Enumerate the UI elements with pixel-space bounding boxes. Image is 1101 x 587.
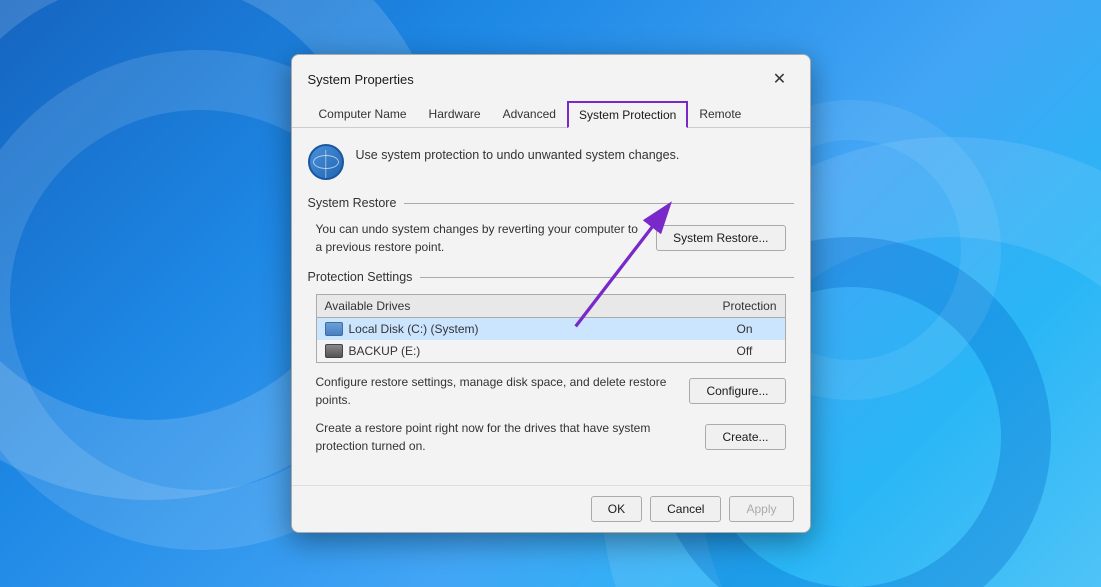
configure-text: Configure restore settings, manage disk …	[316, 373, 674, 409]
dialog-title: System Properties	[308, 72, 414, 87]
section-divider-protection	[420, 277, 793, 278]
protection-settings-section: Protection Settings Available Drives Pro…	[308, 270, 794, 455]
tab-hardware[interactable]: Hardware	[418, 101, 492, 128]
system-restore-content: You can undo system changes by reverting…	[308, 220, 794, 256]
tabs-container: Computer Name Hardware Advanced System P…	[292, 93, 810, 128]
create-text: Create a restore point right now for the…	[316, 419, 690, 455]
configure-button[interactable]: Configure...	[689, 378, 785, 404]
create-button[interactable]: Create...	[705, 424, 785, 450]
section-header-restore: System Restore	[308, 196, 794, 210]
close-button[interactable]: ✕	[766, 65, 794, 93]
ok-button[interactable]: OK	[591, 496, 642, 522]
table-header: Available Drives Protection	[317, 295, 785, 318]
info-row: Use system protection to undo unwanted s…	[308, 144, 794, 180]
tab-system-protection[interactable]: System Protection	[567, 101, 688, 128]
tab-remote[interactable]: Remote	[688, 101, 752, 128]
dialog-body: Use system protection to undo unwanted s…	[292, 128, 810, 485]
protection-status-e: Off	[717, 344, 777, 358]
create-row: Create a restore point right now for the…	[308, 419, 794, 455]
drive-cell-e: BACKUP (E:)	[325, 344, 717, 358]
dialog-footer: OK Cancel Apply	[292, 485, 810, 532]
system-restore-title: System Restore	[308, 196, 397, 210]
apply-button[interactable]: Apply	[729, 496, 793, 522]
col-drives: Available Drives	[325, 299, 723, 313]
table-row-local-disk[interactable]: Local Disk (C:) (System) On	[317, 318, 785, 340]
system-restore-section: System Restore You can undo system chang…	[308, 196, 794, 256]
drive-icon-c	[325, 322, 343, 336]
drive-name-e: BACKUP (E:)	[349, 344, 421, 358]
dialog-overlay: System Properties ✕ Computer Name Hardwa…	[0, 0, 1101, 587]
cancel-button[interactable]: Cancel	[650, 496, 721, 522]
dialog-titlebar: System Properties ✕	[292, 55, 810, 93]
protection-status-c: On	[717, 322, 777, 336]
drive-icon-e	[325, 344, 343, 358]
col-protection: Protection	[722, 299, 776, 313]
configure-row: Configure restore settings, manage disk …	[308, 373, 794, 409]
tab-computer-name[interactable]: Computer Name	[308, 101, 418, 128]
table-row-backup[interactable]: BACKUP (E:) Off	[317, 340, 785, 362]
tab-advanced[interactable]: Advanced	[492, 101, 567, 128]
system-properties-dialog: System Properties ✕ Computer Name Hardwa…	[291, 54, 811, 533]
system-protection-icon	[308, 144, 344, 180]
system-restore-button[interactable]: System Restore...	[656, 225, 785, 251]
section-header-protection: Protection Settings	[308, 270, 794, 284]
restore-description: You can undo system changes by reverting…	[316, 220, 641, 256]
drive-name-c: Local Disk (C:) (System)	[349, 322, 479, 336]
info-text: Use system protection to undo unwanted s…	[356, 144, 680, 162]
protection-table: Available Drives Protection Local Disk (…	[316, 294, 786, 363]
drive-cell-c: Local Disk (C:) (System)	[325, 322, 717, 336]
section-divider-restore	[404, 203, 793, 204]
protection-settings-title: Protection Settings	[308, 270, 413, 284]
